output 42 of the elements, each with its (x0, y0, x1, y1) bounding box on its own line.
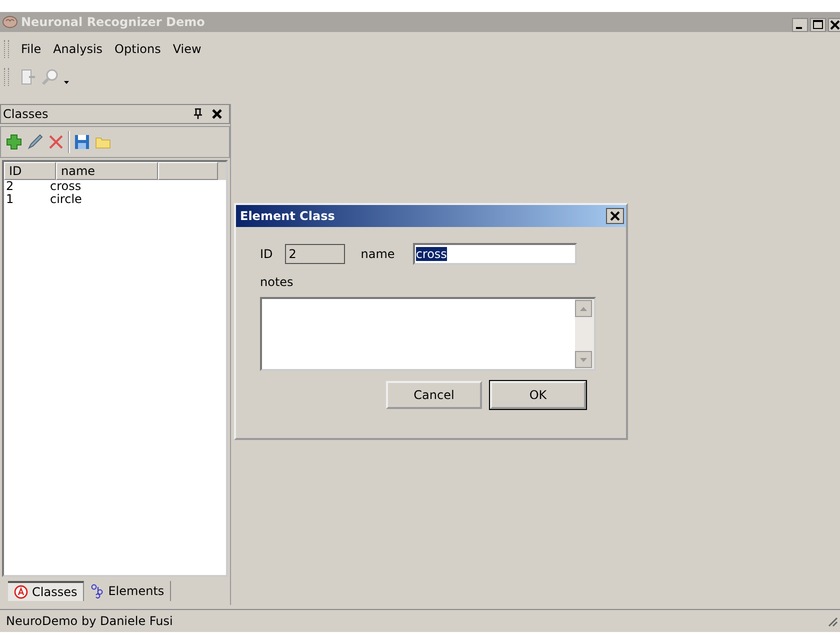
menu-item[interactable]: File (15, 40, 48, 58)
resize-grip-icon[interactable] (826, 615, 838, 627)
column-header[interactable]: ID (4, 162, 56, 180)
notes-field[interactable] (260, 297, 596, 371)
ok-button[interactable]: OK (490, 381, 586, 409)
id-field: 2 (284, 244, 345, 264)
abc-icon (90, 583, 104, 599)
panel-title: Classes (3, 107, 50, 121)
grip-handle (4, 68, 9, 86)
save-icon[interactable] (73, 133, 91, 151)
minimize-icon[interactable] (792, 18, 808, 32)
add-icon[interactable] (5, 133, 23, 151)
close-icon[interactable] (606, 208, 624, 224)
menu-item[interactable]: View (166, 40, 208, 58)
grip-handle (4, 40, 9, 58)
panel-tab[interactable]: Classes (8, 581, 84, 601)
field-label: name (360, 247, 395, 261)
pin-icon[interactable] (193, 108, 203, 120)
maximize-icon[interactable] (810, 18, 826, 32)
list-row[interactable]: 1 circle (4, 193, 226, 206)
circled-a-icon (14, 585, 28, 599)
close-icon[interactable] (828, 18, 840, 32)
status-text: NeuroDemo by Daniele Fusi (6, 614, 173, 628)
delete-icon[interactable] (47, 133, 65, 151)
list-row[interactable]: 2 cross (4, 180, 226, 193)
pencil-icon[interactable] (26, 133, 44, 151)
cancel-button[interactable]: Cancel (386, 381, 482, 409)
menu-item[interactable]: Options (108, 40, 167, 58)
field-label: notes (260, 275, 294, 289)
dialog-title: Element Class (240, 209, 335, 223)
close-icon[interactable] (211, 108, 223, 120)
column-header[interactable]: name (56, 162, 158, 180)
list-cell-text: 2 (6, 180, 15, 193)
exit-icon[interactable] (19, 68, 37, 86)
list-cell: circle (50, 193, 82, 206)
window-title: Neuronal Recognizer Demo (21, 15, 206, 29)
list-cell-text: 1 (6, 193, 15, 206)
field-label: ID (260, 247, 273, 261)
list-cell: cross (50, 180, 82, 193)
name-field[interactable]: cross (412, 243, 577, 265)
brain-icon (2, 15, 18, 29)
menu-item[interactable]: Analysis (47, 40, 109, 58)
